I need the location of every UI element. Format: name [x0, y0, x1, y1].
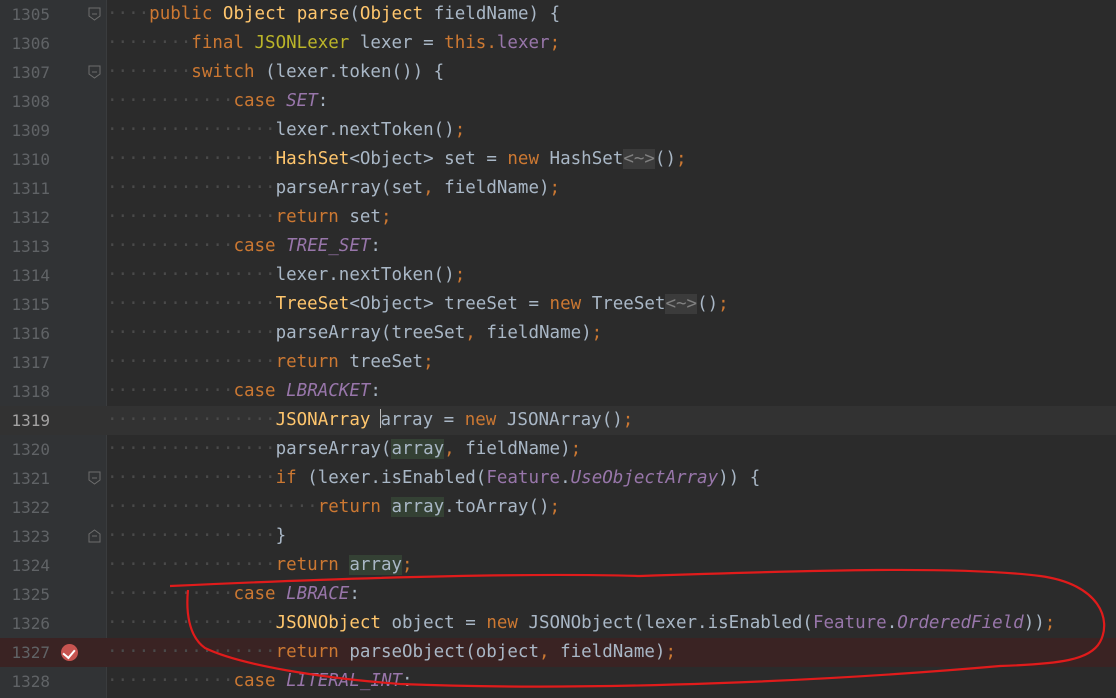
code-text[interactable]: ····public Object parse(Object fieldName…: [107, 0, 560, 29]
fold-marker-icon[interactable]: [88, 65, 101, 79]
code-text[interactable]: ················return array;: [107, 551, 413, 580]
line-number[interactable]: 1315: [0, 290, 50, 319]
code-line[interactable]: 1308 ············case SET:: [0, 87, 1116, 116]
code-line[interactable]: 1320 ················parseArray(array, fi…: [0, 435, 1116, 464]
code-text[interactable]: ········final JSONLexer lexer = this.lex…: [107, 29, 560, 58]
line-number[interactable]: 1314: [0, 261, 50, 290]
line-number[interactable]: 1310: [0, 145, 50, 174]
line-number[interactable]: 1313: [0, 232, 50, 261]
code-text[interactable]: ················parseArray(treeSet, fiel…: [107, 319, 602, 348]
line-number[interactable]: 1309: [0, 116, 50, 145]
code-text[interactable]: ················JSONArray array = new JS…: [107, 406, 633, 435]
code-text[interactable]: ············case TREE_SET:: [107, 232, 381, 261]
code-text[interactable]: ················return set;: [107, 203, 392, 232]
code-text[interactable]: ················lexer.nextToken();: [107, 116, 465, 145]
line-number[interactable]: 1319: [0, 406, 50, 435]
line-number[interactable]: 1322: [0, 493, 50, 522]
line-number[interactable]: 1328: [0, 667, 50, 696]
code-text[interactable]: ················parseArray(set, fieldNam…: [107, 174, 560, 203]
code-text[interactable]: ················TreeSet<Object> treeSet …: [107, 290, 729, 319]
code-line[interactable]: 1316 ················parseArray(treeSet, …: [0, 319, 1116, 348]
code-line[interactable]: 1328 ············case LITERAL_INT:: [0, 667, 1116, 696]
line-number[interactable]: 1307: [0, 58, 50, 87]
line-number[interactable]: 1323: [0, 522, 50, 551]
fold-marker-icon[interactable]: [88, 529, 101, 543]
code-line[interactable]: 1307 ········switch (lexer.token()) {: [0, 58, 1116, 87]
code-line[interactable]: 1305 ····public Object parse(Object field…: [0, 0, 1116, 29]
breakpoint-check-icon[interactable]: [61, 644, 78, 661]
code-text[interactable]: ················return treeSet;: [107, 348, 434, 377]
line-number[interactable]: 1321: [0, 464, 50, 493]
code-line[interactable]: 1315 ················TreeSet<Object> tree…: [0, 290, 1116, 319]
line-number[interactable]: 1311: [0, 174, 50, 203]
line-number[interactable]: 1317: [0, 348, 50, 377]
line-number[interactable]: 1324: [0, 551, 50, 580]
code-line[interactable]: 1317 ················return treeSet;: [0, 348, 1116, 377]
code-line[interactable]: 1306 ········final JSONLexer lexer = this…: [0, 29, 1116, 58]
line-number[interactable]: 1306: [0, 29, 50, 58]
line-number[interactable]: 1325: [0, 580, 50, 609]
code-line[interactable]: 1323 ················}: [0, 522, 1116, 551]
line-number[interactable]: 1318: [0, 377, 50, 406]
code-text[interactable]: ············case LBRACE:: [107, 580, 360, 609]
code-text[interactable]: ············case SET:: [107, 87, 328, 116]
code-line[interactable]: 1321 ················if (lexer.isEnabled(…: [0, 464, 1116, 493]
fold-marker-icon[interactable]: [88, 471, 101, 485]
code-line[interactable]: 1324 ················return array;: [0, 551, 1116, 580]
code-text[interactable]: ················parseArray(array, fieldN…: [107, 435, 581, 464]
line-number[interactable]: 1305: [0, 0, 50, 29]
code-text[interactable]: ················if (lexer.isEnabled(Feat…: [107, 464, 760, 493]
code-text[interactable]: ················}: [107, 522, 286, 551]
code-text[interactable]: ················lexer.nextToken();: [107, 261, 465, 290]
code-text[interactable]: ············case LBRACKET:: [107, 377, 381, 406]
code-text[interactable]: ············case LITERAL_INT:: [107, 667, 413, 696]
code-text[interactable]: ················HashSet<Object> set = ne…: [107, 145, 687, 174]
line-number[interactable]: 1308: [0, 87, 50, 116]
line-number[interactable]: 1312: [0, 203, 50, 232]
code-line[interactable]: 1326 ················JSONObject object = …: [0, 609, 1116, 638]
code-line[interactable]: 1312 ················return set;: [0, 203, 1116, 232]
code-line[interactable]: 1319 ················JSONArray array = ne…: [0, 406, 1116, 435]
code-text[interactable]: ········switch (lexer.token()) {: [107, 58, 444, 87]
code-text[interactable]: ················return parseObject(objec…: [107, 638, 676, 667]
code-line[interactable]: 1311 ················parseArray(set, fiel…: [0, 174, 1116, 203]
code-line[interactable]: 1309 ················lexer.nextToken();: [0, 116, 1116, 145]
code-text[interactable]: ················JSONObject object = new …: [107, 609, 1055, 638]
code-editor[interactable]: 1305 ····public Object parse(Object field…: [0, 0, 1116, 698]
code-line[interactable]: 1310 ················HashSet<Object> set …: [0, 145, 1116, 174]
line-number[interactable]: 1327: [0, 638, 50, 667]
code-line[interactable]: 1325 ············case LBRACE:: [0, 580, 1116, 609]
code-line[interactable]: 1313 ············case TREE_SET:: [0, 232, 1116, 261]
line-number[interactable]: 1320: [0, 435, 50, 464]
code-line[interactable]: 1318 ············case LBRACKET:: [0, 377, 1116, 406]
code-text[interactable]: ····················return array.toArray…: [107, 493, 560, 522]
code-line[interactable]: 1327 ················return parseObject(o…: [0, 638, 1116, 667]
code-line[interactable]: 1314 ················lexer.nextToken();: [0, 261, 1116, 290]
line-number[interactable]: 1316: [0, 319, 50, 348]
fold-marker-icon[interactable]: [88, 7, 101, 21]
line-number[interactable]: 1326: [0, 609, 50, 638]
code-line[interactable]: 1322 ····················return array.toA…: [0, 493, 1116, 522]
